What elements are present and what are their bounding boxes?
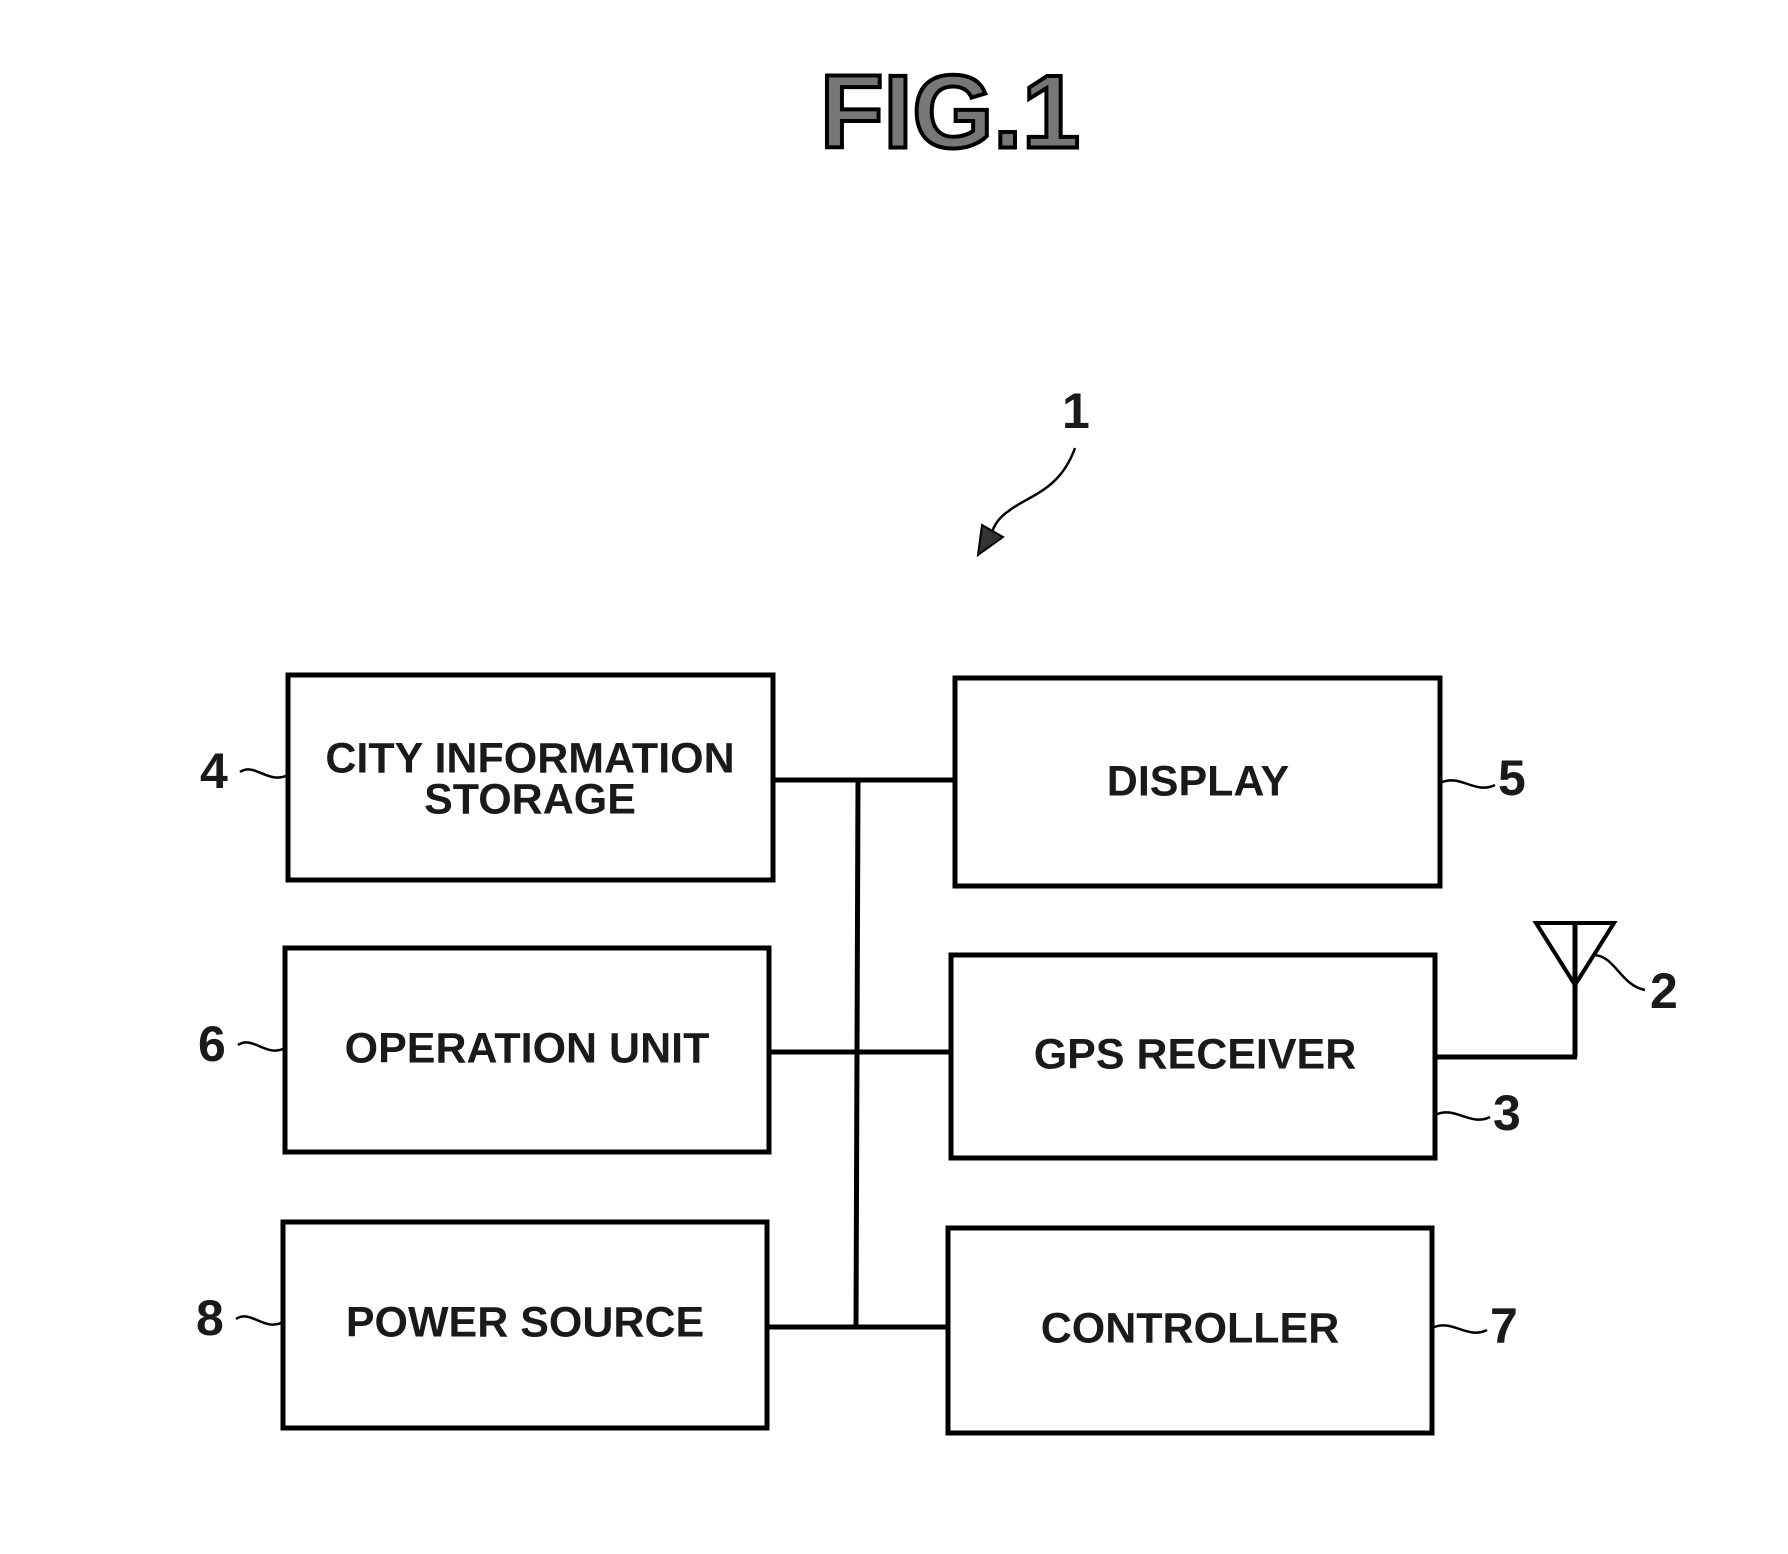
leader-line-icon [1592,953,1646,992]
block-label: OPERATION UNIT [345,1024,710,1072]
ref-number-8: 8 [196,1290,224,1346]
antenna-icon [1435,921,1618,1060]
leader-line-icon [237,1041,286,1052]
ref-number-3: 3 [1493,1085,1521,1141]
block-operation-unit: OPERATION UNIT [282,945,772,1155]
device-pointer-arrow-icon [976,447,1077,558]
block-label-line2: STORAGE [424,775,636,823]
bus-line-vertical [853,779,861,1328]
leader-line-icon [235,1315,284,1326]
leader-line-icon [1434,1111,1491,1121]
block-label: GPS RECEIVER [1034,1030,1357,1078]
block-display: DISPLAY [952,675,1443,889]
ref-number-6: 6 [198,1016,226,1072]
ref-number-2: 2 [1650,963,1678,1019]
block-gps-receiver: GPS RECEIVER [948,952,1438,1161]
leader-line-icon [1439,779,1496,789]
leader-line-icon [239,768,289,779]
device-ref-number: 1 [1062,383,1090,439]
block-city-information-storage: CITY INFORMATION STORAGE [285,672,776,883]
block-diagram: FIG.1 1 CITY INFORMATION STORAGE 4 OPERA… [196,52,1678,1436]
ref-number-4: 4 [200,743,228,799]
system-bus [767,777,955,1330]
ref-number-5: 5 [1498,750,1526,806]
block-label: DISPLAY [1107,757,1289,805]
block-controller: CONTROLLER [945,1225,1435,1436]
block-label: CONTROLLER [1041,1304,1340,1352]
ref-number-7: 7 [1490,1298,1518,1354]
block-label: POWER SOURCE [346,1298,704,1346]
figure-title: FIG.1 [820,54,1080,170]
leader-line-icon [1431,1324,1488,1334]
block-power-source: POWER SOURCE [280,1219,770,1431]
